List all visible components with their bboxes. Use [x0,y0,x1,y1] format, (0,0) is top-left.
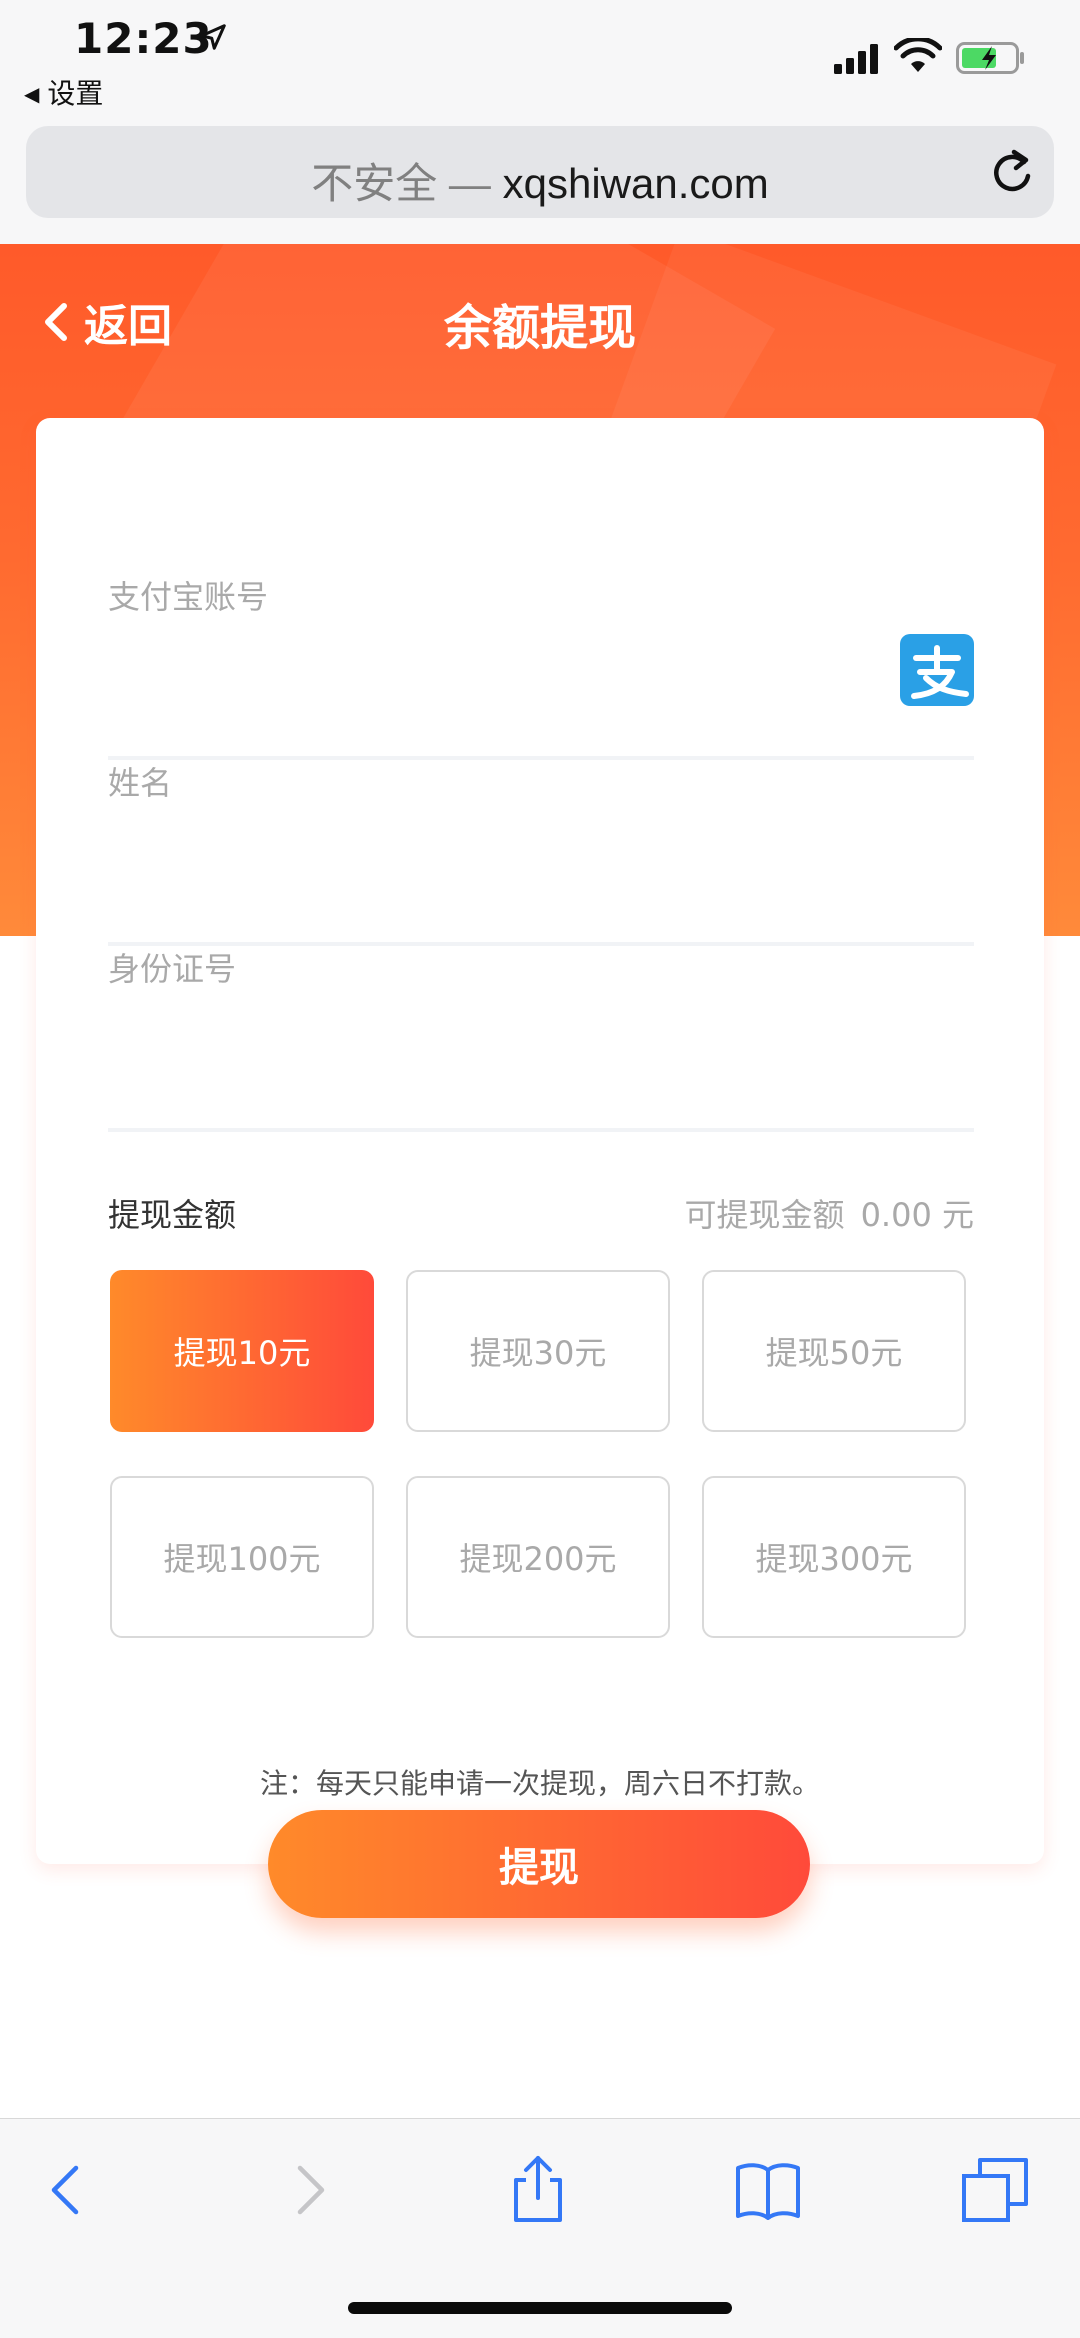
available-value: 0.00 元 [860,1196,974,1234]
withdraw-note: 注：每天只能申请一次提现，周六日不打款。 [259,1767,820,1800]
amount-option-300[interactable]: 提现300元 [702,1476,966,1638]
status-time: 12:23 [74,14,213,63]
name-field[interactable]: 姓名 [108,758,974,946]
share-icon[interactable] [498,2150,578,2230]
forward-icon[interactable] [268,2150,348,2230]
insecure-label: 不安全 — [311,160,491,207]
alipay-icon [900,634,974,706]
home-indicator [348,2302,732,2314]
withdraw-submit-button[interactable]: 提现 [268,1810,810,1918]
amount-option-100[interactable]: 提现100元 [110,1476,374,1638]
back-app-label: 设置 [47,77,104,110]
alipay-account-field[interactable]: 支付宝账号 [108,572,974,760]
back-to-app-link[interactable]: ◀ 设置 [24,72,103,112]
amount-label: 提现金额 [108,1196,237,1234]
name-label: 姓名 [108,764,173,802]
battery-icon [956,42,1024,74]
domain-label: xqshiwan.com [502,160,769,207]
amount-option-10[interactable]: 提现10元 [110,1270,374,1432]
address-bar[interactable]: 不安全 — xqshiwan.com [26,126,1054,218]
page-title: 余额提现 [443,300,636,356]
id-number-label: 身份证号 [108,950,237,988]
location-arrow-icon [200,24,226,50]
amount-option-50[interactable]: 提现50元 [702,1270,966,1432]
available-amount: 可提现金额 0.00 元 [685,1190,974,1236]
reload-icon[interactable] [990,146,1034,196]
id-number-field[interactable]: 身份证号 [108,944,974,1132]
wifi-icon [894,38,942,72]
available-label: 可提现金额 [684,1196,845,1234]
url-text: 不安全 — xqshiwan.com [26,150,1054,211]
withdraw-card: 支付宝账号 姓名 身份证号 提现金额 可提现金额 0.00 元 提现10元 提现3… [36,418,1044,1864]
bookmarks-icon[interactable] [728,2150,808,2230]
alipay-account-label: 支付宝账号 [108,578,269,616]
back-icon[interactable] [28,2150,108,2230]
signal-icon [834,44,878,74]
back-triangle-icon: ◀ [24,82,40,106]
tabs-icon[interactable] [956,2150,1036,2230]
amount-option-30[interactable]: 提现30元 [406,1270,670,1432]
amount-option-200[interactable]: 提现200元 [406,1476,670,1638]
